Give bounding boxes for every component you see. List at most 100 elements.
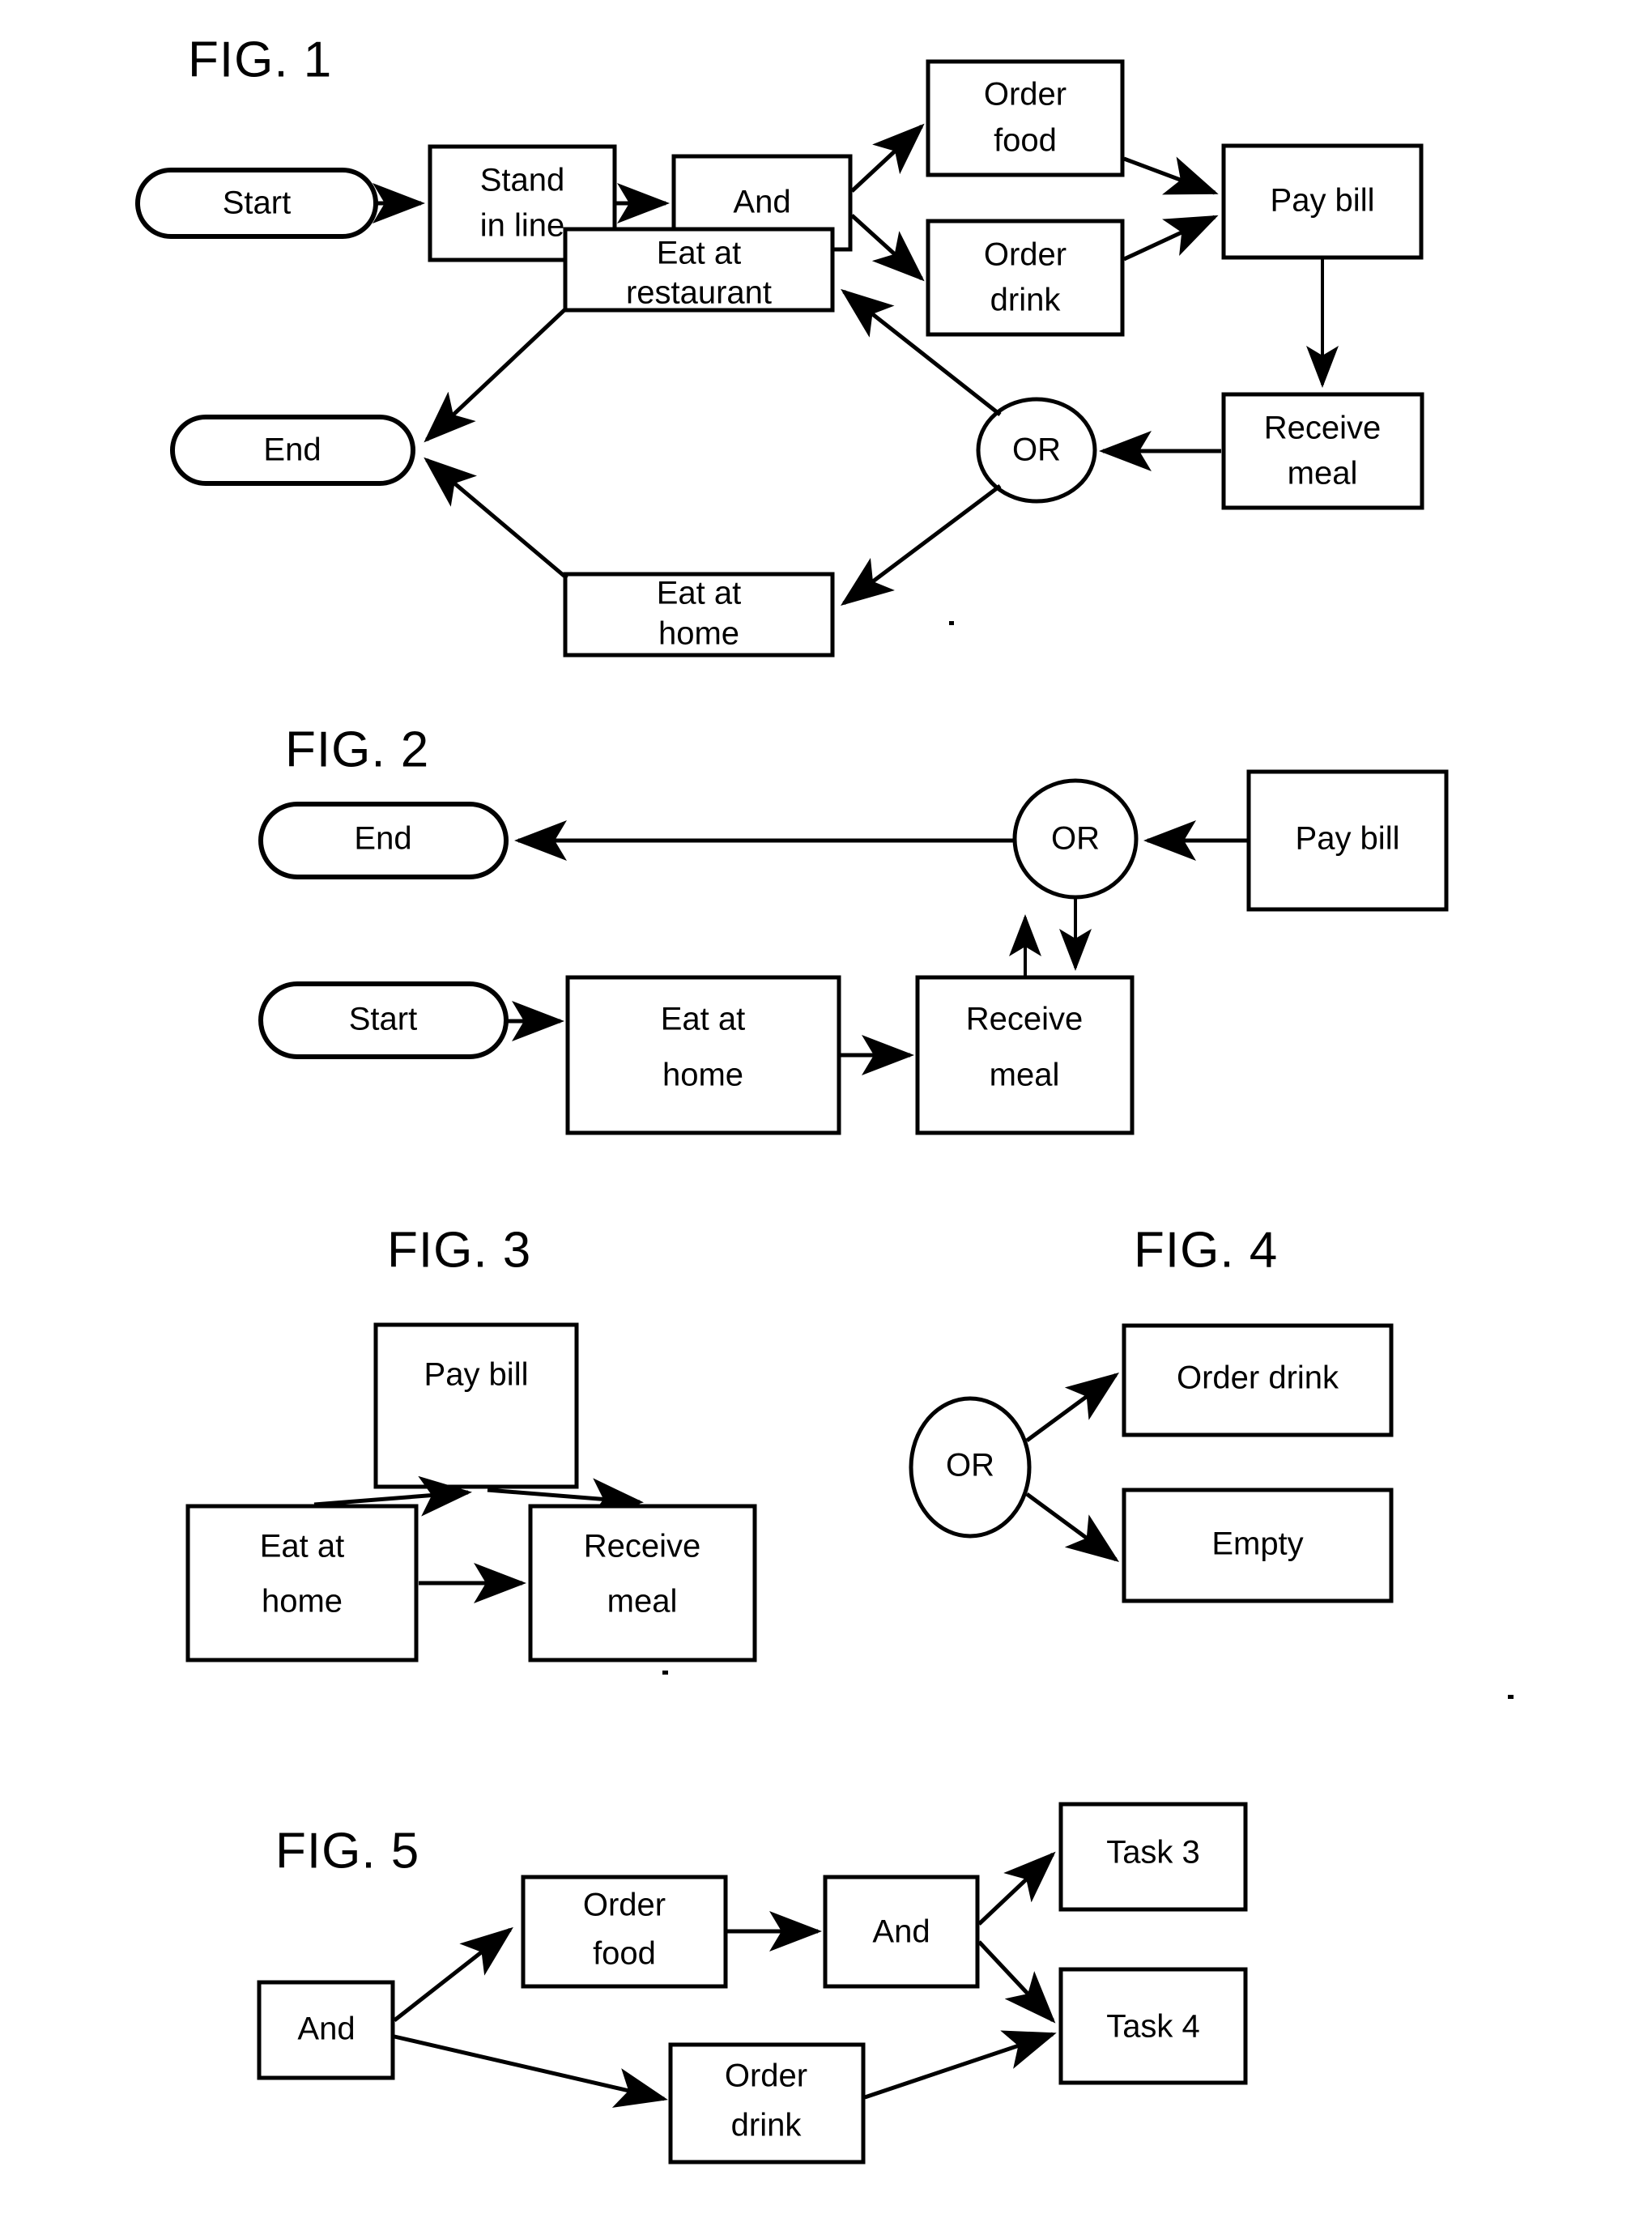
figures-canvas: FIG. 1 Start Stand in line And Order foo…	[135, 32, 1514, 2165]
fig2-node-pay-bill[interactable]: Pay bill	[1246, 769, 1449, 912]
fig5-and-mid-label: And	[872, 1914, 930, 1950]
figure-5: FIG. 5 And Order food And Task 3 Task 4 …	[257, 1802, 1248, 2165]
fig2-receive-meal-label-2: meal	[990, 1058, 1060, 1093]
fig3-node-receive-meal[interactable]: Receive meal	[528, 1504, 757, 1662]
fig1-node-order-food[interactable]: Order food	[926, 59, 1125, 177]
fig1-pay-bill-label: Pay bill	[1271, 183, 1375, 219]
figure-2-title: FIG. 2	[285, 722, 429, 777]
print-speck	[1508, 1695, 1514, 1699]
figure-3: FIG. 3 Pay bill Eat at home Receive meal	[185, 1222, 757, 1675]
fig5-task3-label: Task 3	[1106, 1835, 1200, 1871]
fig3-edge-eat-home-to-pay-bill	[313, 1475, 472, 1517]
fig5-node-order-food[interactable]: Order food	[521, 1875, 728, 1989]
fig1-order-drink-label-1: Order	[984, 237, 1067, 273]
figure-3-title: FIG. 3	[387, 1222, 531, 1278]
print-speck	[949, 621, 954, 625]
fig3-node-eat-at-home[interactable]: Eat at home	[185, 1504, 419, 1662]
fig3-eat-home-label-2: home	[262, 1584, 343, 1620]
fig5-node-order-drink[interactable]: Order drink	[668, 2042, 866, 2165]
fig5-edge-and-mid-to-task4	[977, 1940, 1056, 2024]
fig5-node-task4[interactable]: Task 4	[1058, 1967, 1248, 2085]
fig5-edge-and-left-to-order-drink	[394, 2034, 668, 2108]
fig1-edge-and-to-order-drink	[850, 214, 925, 282]
fig5-edge-and-left-to-order-food	[393, 1926, 513, 2022]
fig1-start-label: Start	[223, 185, 291, 221]
fig4-order-drink-label: Order drink	[1177, 1360, 1339, 1396]
fig2-node-or[interactable]: OR	[1012, 778, 1139, 900]
fig2-start-label: Start	[349, 1002, 417, 1037]
fig4-or-label: OR	[946, 1448, 994, 1483]
fig2-node-start[interactable]: Start	[258, 981, 509, 1059]
fig2-node-end[interactable]: End	[258, 802, 509, 879]
print-speck	[662, 1671, 668, 1675]
fig5-node-and-left[interactable]: And	[257, 1980, 395, 2080]
figure-4-title: FIG. 4	[1134, 1222, 1278, 1278]
patent-drawing-sheet: FIG. 1 Start Stand in line And Order foo…	[0, 0, 1652, 2239]
fig1-node-eat-at-restaurant[interactable]: Eat at restaurant	[563, 227, 835, 313]
figure-1: FIG. 1 Start Stand in line And Order foo…	[135, 32, 1424, 658]
fig1-node-eat-at-home[interactable]: Eat at home	[563, 572, 835, 658]
fig4-node-empty[interactable]: Empty	[1122, 1488, 1394, 1603]
fig2-end-label: End	[354, 821, 411, 857]
fig2-receive-meal-label-1: Receive	[966, 1002, 1084, 1037]
fig1-order-food-label-2: food	[994, 123, 1057, 159]
fig1-edge-and-to-order-food	[850, 123, 925, 193]
fig3-pay-bill-label: Pay bill	[424, 1357, 529, 1393]
fig2-eat-home-label-1: Eat at	[661, 1002, 746, 1037]
fig1-node-start[interactable]: Start	[135, 168, 378, 239]
fig3-eat-home-label-1: Eat at	[260, 1529, 345, 1564]
fig4-edge-or-to-empty	[1025, 1492, 1120, 1562]
fig3-node-pay-bill[interactable]: Pay bill	[373, 1322, 579, 1489]
fig1-order-food-label-1: Order	[984, 77, 1067, 113]
fig3-receive-meal-label-1: Receive	[584, 1529, 701, 1564]
fig1-eat-home-label-2: home	[658, 616, 739, 652]
fig1-order-drink-label-2: drink	[990, 283, 1062, 318]
fig1-node-order-drink[interactable]: Order drink	[926, 219, 1125, 337]
fig1-receive-meal-label-2: meal	[1288, 456, 1358, 492]
fig4-empty-label: Empty	[1211, 1526, 1303, 1562]
fig1-receive-meal-label-1: Receive	[1264, 411, 1382, 446]
fig1-edge-order-food-to-pay-bill	[1123, 156, 1219, 195]
fig1-eat-home-label-1: Eat at	[657, 576, 742, 611]
figure-5-title: FIG. 5	[275, 1823, 419, 1879]
fig2-pay-bill-label: Pay bill	[1296, 821, 1400, 857]
fig4-node-or[interactable]: OR	[909, 1396, 1032, 1539]
fig5-order-drink-label-2: drink	[731, 2108, 803, 2143]
fig1-eat-restaurant-label-1: Eat at	[657, 236, 742, 271]
fig5-edge-order-drink-to-task4	[864, 2030, 1057, 2100]
box-shape	[373, 1322, 579, 1489]
fig5-order-food-label-2: food	[593, 1936, 656, 1972]
fig1-edge-or-to-eat-home	[841, 484, 1002, 607]
fig3-receive-meal-label-2: meal	[607, 1584, 678, 1620]
fig5-order-food-label-1: Order	[583, 1888, 666, 1923]
fig2-node-eat-at-home[interactable]: Eat at home	[565, 975, 841, 1135]
fig1-node-end[interactable]: End	[170, 415, 415, 486]
fig1-eat-restaurant-label-2: restaurant	[626, 275, 772, 311]
fig5-and-left-label: And	[297, 2011, 355, 2047]
fig4-node-order-drink[interactable]: Order drink	[1122, 1323, 1394, 1437]
fig1-node-pay-bill[interactable]: Pay bill	[1221, 143, 1424, 260]
fig3-edge-pay-bill-to-receive-meal	[487, 1478, 644, 1519]
fig5-order-drink-label-1: Order	[725, 2058, 807, 2094]
fig2-or-label: OR	[1051, 821, 1100, 857]
figure-2: FIG. 2 End OR Pay bill Start Eat at home…	[258, 722, 1449, 1135]
fig5-task4-label: Task 4	[1106, 2009, 1200, 2045]
fig1-edge-eat-home-to-end	[424, 457, 568, 580]
fig1-edge-eat-restaurant-to-end	[424, 306, 568, 443]
fig1-edge-order-drink-to-pay-bill	[1122, 215, 1219, 262]
fig2-eat-home-label-2: home	[662, 1058, 743, 1093]
fig1-node-or[interactable]: OR	[976, 397, 1097, 504]
fig1-stand-label-1: Stand	[480, 163, 565, 198]
fig1-or-label: OR	[1012, 432, 1061, 468]
fig5-node-task3[interactable]: Task 3	[1058, 1802, 1248, 1912]
figure-4: FIG. 4 OR Order drink Empty	[909, 1222, 1514, 1699]
fig4-edge-or-to-order-drink	[1025, 1373, 1120, 1443]
fig1-and-label: And	[733, 185, 790, 220]
fig2-node-receive-meal[interactable]: Receive meal	[915, 975, 1135, 1135]
figure-1-title: FIG. 1	[188, 32, 332, 87]
fig5-edge-and-mid-to-task3	[977, 1851, 1056, 1926]
fig1-node-receive-meal[interactable]: Receive meal	[1221, 392, 1424, 510]
fig5-node-and-mid[interactable]: And	[823, 1875, 980, 1989]
fig1-stand-label-2: in line	[480, 208, 565, 244]
fig1-end-label: End	[263, 432, 321, 468]
